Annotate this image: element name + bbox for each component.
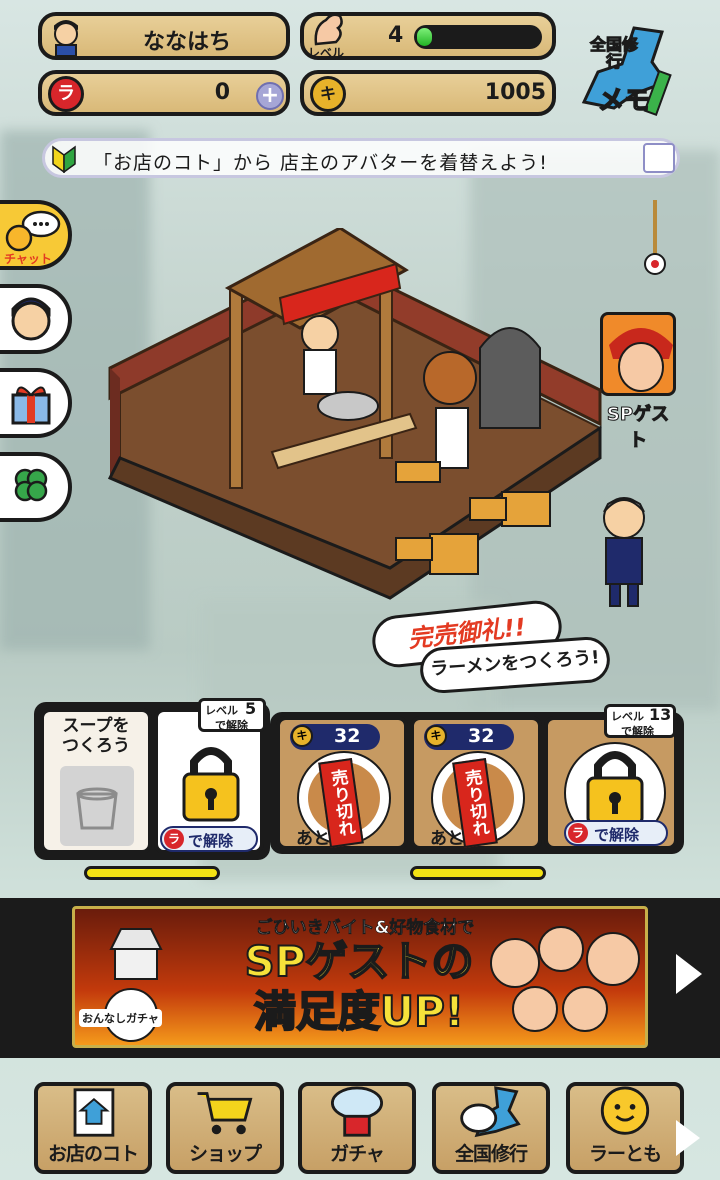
gift-icon xyxy=(643,143,675,173)
cart-icon xyxy=(197,1092,253,1135)
unlock-with-ticket-button[interactable]: ラ で解除 xyxy=(160,826,258,852)
unlock-level-value: 5 xyxy=(245,699,257,718)
nav-ramen-friends[interactable]: ラーとも xyxy=(566,1082,684,1174)
coin-plaque: キ 1005 xyxy=(300,70,556,116)
unlock-level-label: レベル xyxy=(611,710,644,723)
unlock-level-suffix: で解除 xyxy=(215,719,248,732)
beginner-mark-icon xyxy=(51,145,77,174)
ramen-ticket-icon: ラ xyxy=(164,829,184,849)
memo-logo-top: 全国修行 xyxy=(589,35,638,71)
level-value: 4 xyxy=(388,23,404,48)
customer-character[interactable] xyxy=(590,494,660,608)
nav-label: お店のコト xyxy=(47,1143,139,1165)
gacha-icon xyxy=(330,1086,384,1137)
ramen-ticket-icon: ラ xyxy=(48,76,84,112)
level-plaque: レベル 4 xyxy=(300,12,556,60)
castle-icon xyxy=(104,928,163,1042)
clover-icon xyxy=(14,468,48,502)
coin-icon: キ xyxy=(425,725,447,747)
tip-text: 「お店のコト」から 店主のアバターを着替えよう! xyxy=(93,152,548,174)
sold-out-text: 売り切れ xyxy=(326,767,356,839)
unlock-with-ticket-button[interactable]: ラ で解除 xyxy=(564,820,668,846)
unlock-level-badge: レベル 5 で解除 xyxy=(198,698,266,732)
ramen-ticket-icon: ラ xyxy=(568,823,588,843)
shop-icon xyxy=(73,1088,115,1137)
nav-label: ガチャ xyxy=(330,1143,385,1165)
soup-title: スープを つくろう xyxy=(62,716,130,756)
nav-label: ショップ xyxy=(188,1143,262,1165)
ad-banner-strip: ごひいきバイト&好物食材で SPゲストの 満足度UP! おんなしガチャ xyxy=(0,898,720,1058)
unlock-button-label: で解除 xyxy=(594,826,640,844)
game-screen: ななはち レベル 4 ラ 0 + キ 1005 全国修行 メモ 「お店のコト」か… xyxy=(0,0,720,1180)
warlord-characters-image xyxy=(490,926,640,1032)
present-box-icon xyxy=(11,386,51,425)
level-progress-bar xyxy=(414,25,542,49)
unlock-level-label: レベル xyxy=(205,704,238,717)
premium-currency-plaque: ラ 0 + xyxy=(38,70,290,116)
nav-shop-info[interactable]: お店のコト xyxy=(34,1082,152,1174)
remaining-label: あと xyxy=(430,829,464,849)
unlock-button-label: で解除 xyxy=(188,832,234,850)
avatar-menu-button[interactable] xyxy=(0,284,72,354)
nav-label: ラーとも xyxy=(588,1143,662,1165)
sp-guest-ad-banner[interactable]: ごひいきバイト&好物食材で SPゲストの 満足度UP! おんなしガチャ xyxy=(72,906,648,1048)
chat-label: チャット xyxy=(4,252,52,266)
price-value: 32 xyxy=(468,725,495,747)
pot-slot xyxy=(60,766,134,846)
face-icon xyxy=(11,297,51,341)
price-tag: キ 32 xyxy=(424,724,514,750)
tip-banner[interactable]: 「お店のコト」から 店主のアバターを着替えよう! xyxy=(42,138,680,178)
level-progress-fill xyxy=(417,28,432,46)
friend-icon xyxy=(600,1086,650,1135)
avatar xyxy=(48,18,84,57)
locked-slot-2[interactable]: レベル 13 で解除 ラ で解除 xyxy=(544,704,678,850)
ad-title-1: SPゲストの xyxy=(243,937,474,986)
coin-icon: キ xyxy=(310,76,346,112)
present-box-button[interactable] xyxy=(0,368,72,438)
add-currency-button[interactable]: + xyxy=(256,82,284,110)
next-banner-arrow-icon[interactable] xyxy=(676,954,702,994)
gacha-tag: おんなしガチャ xyxy=(79,1009,162,1027)
player-name: ななはち xyxy=(142,30,231,55)
ramen-bowl-card-1[interactable]: キ 32 あと 売り切れ xyxy=(276,716,408,850)
coin-value: 1005 xyxy=(484,80,546,105)
nav-shop[interactable]: ショップ xyxy=(166,1082,284,1174)
price-tag: キ 32 xyxy=(290,724,380,750)
sold-out-text: 売り切れ xyxy=(460,767,490,839)
level-label: レベル xyxy=(308,46,345,60)
unlock-level-value: 13 xyxy=(649,705,672,724)
ramen-bowl-card-2[interactable]: キ 32 あと 売り切れ xyxy=(410,716,542,850)
charm-icon[interactable] xyxy=(640,200,670,278)
clover-button[interactable] xyxy=(0,452,72,522)
unlock-level-badge: レベル 13 で解除 xyxy=(604,704,676,738)
memo-button[interactable]: 全国修行 メモ xyxy=(574,22,678,120)
nav-gacha[interactable]: ガチャ xyxy=(298,1082,416,1174)
pot-icon xyxy=(76,787,118,830)
coin-icon: キ xyxy=(291,725,313,747)
map-icon xyxy=(460,1086,521,1138)
nav-label: 全国修行 xyxy=(454,1143,528,1165)
page-indicator-1 xyxy=(84,866,220,880)
make-ramen-message: ラーメンをつくろう! xyxy=(429,647,601,680)
locked-slot-1[interactable]: レベル 5 で解除 ラ で解除 xyxy=(154,698,266,854)
nav-nationwide-training[interactable]: 全国修行 xyxy=(432,1082,550,1174)
page-indicator-2 xyxy=(410,866,546,880)
player-name-plaque[interactable]: ななはち xyxy=(38,12,290,60)
padlock-icon xyxy=(586,751,644,826)
padlock-icon xyxy=(182,747,240,822)
price-value: 32 xyxy=(334,725,361,747)
chat-button[interactable]: チャット xyxy=(0,200,72,270)
ad-title-2: 満足度UP! xyxy=(253,987,465,1036)
memo-logo-bottom: メモ xyxy=(597,85,651,117)
unlock-level-suffix: で解除 xyxy=(621,725,654,738)
next-nav-arrow-icon[interactable] xyxy=(676,1120,700,1156)
ramen-shop-scene[interactable] xyxy=(100,228,620,608)
remaining-label: あと xyxy=(296,829,330,849)
make-soup-card[interactable]: スープを つくろう xyxy=(40,708,152,854)
